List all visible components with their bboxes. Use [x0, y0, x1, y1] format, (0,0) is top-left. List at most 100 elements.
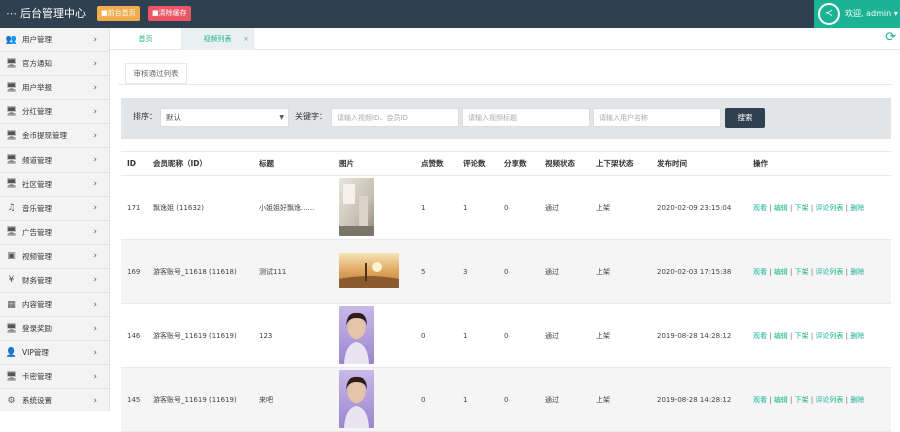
sidebar-item[interactable]: ⚙ 系统设置 › [0, 389, 109, 411]
sidebar-item[interactable]: ♫ 音乐管理 › [0, 197, 109, 221]
refresh-icon[interactable]: ⟳ [885, 30, 896, 45]
delete-link[interactable]: 删除 [850, 204, 864, 212]
share-nodes-icon: ⋯ [6, 7, 17, 20]
app-title: 后台管理中心 [20, 7, 86, 20]
close-icon[interactable]: × [243, 28, 249, 50]
sidebar-item[interactable]: 🖥 社区管理 › [0, 173, 109, 197]
sidebar-item[interactable]: 🖥 分红管理 › [0, 100, 109, 125]
chevron-right-icon: › [93, 130, 97, 141]
edit-link[interactable]: 编辑 [774, 204, 788, 212]
cell-thumbnail[interactable] [333, 175, 415, 240]
chevron-right-icon: › [93, 58, 97, 69]
chevron-right-icon: › [93, 203, 97, 214]
view-link[interactable]: 观看 [753, 204, 767, 212]
column-header: ID [121, 151, 147, 176]
cell-title: 123 [253, 303, 333, 368]
video-thumbnail[interactable] [339, 177, 374, 236]
chevron-right-icon: › [93, 34, 97, 45]
sidebar-item[interactable]: 🖥 官方通知 › [0, 52, 109, 77]
cell-thumbnail[interactable] [333, 303, 415, 368]
sidebar-item-label: 分红管理 [22, 107, 52, 117]
comments-link[interactable]: 评论列表 [815, 332, 843, 340]
top-bar: ⋯ 后台管理中心 ■前台首页 ■清除缓存 ≺ 欢迎, admin ▾ [0, 0, 900, 28]
view-link[interactable]: 观看 [753, 268, 767, 276]
username-search-input[interactable] [593, 108, 721, 127]
cell-shelf: 上架 [590, 239, 651, 304]
front-home-button[interactable]: ■前台首页 [97, 6, 140, 21]
share-avatar-icon: ≺ [818, 3, 840, 25]
video-thumbnail[interactable] [339, 253, 399, 288]
delete-link[interactable]: 删除 [850, 332, 864, 340]
cell-comments: 1 [457, 367, 498, 432]
monitor-icon: 🖥 [5, 371, 18, 382]
unpublish-link[interactable]: 下架 [795, 204, 809, 212]
sort-select[interactable]: 默认 ▼ [160, 108, 289, 127]
search-button[interactable]: 搜索 [725, 108, 765, 128]
cell-status: 通过 [539, 175, 590, 240]
sidebar-item-label: 音乐管理 [22, 203, 52, 213]
chevron-right-icon: › [93, 82, 97, 93]
sidebar-item[interactable]: 🖥 卡密管理 › [0, 365, 109, 390]
monitor-icon: 🖥 [5, 106, 18, 117]
table-row: 145 游客账号_11619 (11619) 来吧 0 1 0 通过 上架 2019-08-28… [121, 367, 891, 432]
cell-likes: 0 [415, 367, 457, 432]
sidebar-item[interactable]: 🖥 频道管理 › [0, 148, 109, 173]
separator: | [767, 203, 774, 212]
view-link[interactable]: 观看 [753, 396, 767, 404]
chevron-right-icon: › [93, 275, 97, 286]
delete-link[interactable]: 删除 [850, 268, 864, 276]
video-thumbnail[interactable] [339, 369, 374, 428]
table-row: 146 游客账号_11619 (11619) 123 0 1 0 通过 上架 2019-08-2… [121, 303, 891, 368]
sidebar-item[interactable]: ▦ 内容管理 › [0, 293, 109, 318]
sidebar-item-label: 用户管理 [22, 35, 52, 45]
id-search-input[interactable] [331, 108, 459, 127]
video-thumbnail[interactable] [339, 305, 374, 364]
edit-link[interactable]: 编辑 [774, 332, 788, 340]
comments-link[interactable]: 评论列表 [815, 396, 843, 404]
sidebar-item[interactable]: 🖥 广告管理 › [0, 221, 109, 245]
comments-link[interactable]: 评论列表 [815, 268, 843, 276]
edit-link[interactable]: 编辑 [774, 396, 788, 404]
clear-cache-button[interactable]: ■清除缓存 [148, 6, 191, 21]
chevron-right-icon: › [93, 179, 97, 190]
sidebar-item[interactable]: 🖥 金币提现管理 › [0, 124, 109, 149]
cell-thumbnail[interactable] [333, 239, 415, 304]
user-menu[interactable]: ≺ 欢迎, admin ▾ [814, 0, 900, 28]
unpublish-link[interactable]: 下架 [795, 396, 809, 404]
cell-status: 通过 [539, 239, 590, 304]
view-link[interactable]: 观看 [753, 332, 767, 340]
chevron-right-icon: › [93, 371, 97, 382]
comments-link[interactable]: 评论列表 [815, 204, 843, 212]
page-title[interactable]: 审核通过列表 [125, 63, 187, 84]
tab-video-list[interactable]: 视频列表 × [182, 28, 254, 50]
separator: | [767, 395, 774, 404]
cell-time: 2019-08-28 14:28:12 [651, 303, 747, 368]
cell-shelf: 上架 [590, 367, 651, 432]
sidebar-item[interactable]: ¥ 财务管理 › [0, 269, 109, 294]
cell-thumbnail[interactable] [333, 367, 415, 432]
chevron-right-icon: › [93, 347, 97, 358]
sidebar-item[interactable]: 🖥 登录奖励 › [0, 317, 109, 342]
unpublish-link[interactable]: 下架 [795, 268, 809, 276]
unpublish-link[interactable]: 下架 [795, 332, 809, 340]
cell-likes: 1 [415, 175, 457, 240]
cell-id: 171 [121, 175, 147, 240]
cell-shares: 0 [498, 303, 539, 368]
sidebar-item-label: 内容管理 [22, 300, 52, 310]
sidebar-item[interactable]: ▣ 视频管理 › [0, 245, 109, 269]
delete-link[interactable]: 删除 [850, 396, 864, 404]
sidebar-item[interactable]: 👤 VIP管理 › [0, 341, 109, 366]
sidebar-item-label: 视频管理 [22, 251, 52, 261]
sort-value: 默认 [166, 113, 181, 122]
tab-home[interactable]: 首页 [110, 28, 182, 50]
column-header: 评论数 [457, 151, 498, 176]
sidebar-item[interactable]: 🖥 用户举报 › [0, 76, 109, 101]
users-icon: 👥 [5, 34, 18, 45]
app-logo[interactable]: ⋯ 后台管理中心 [6, 0, 86, 28]
sidebar-item-label: 官方通知 [22, 59, 52, 69]
sidebar-item[interactable]: 👥 用户管理 › [0, 28, 109, 53]
edit-link[interactable]: 编辑 [774, 268, 788, 276]
column-header: 发布时间 [651, 151, 747, 176]
title-search-input[interactable] [462, 108, 590, 127]
cell-title: 来吧 [253, 367, 333, 432]
